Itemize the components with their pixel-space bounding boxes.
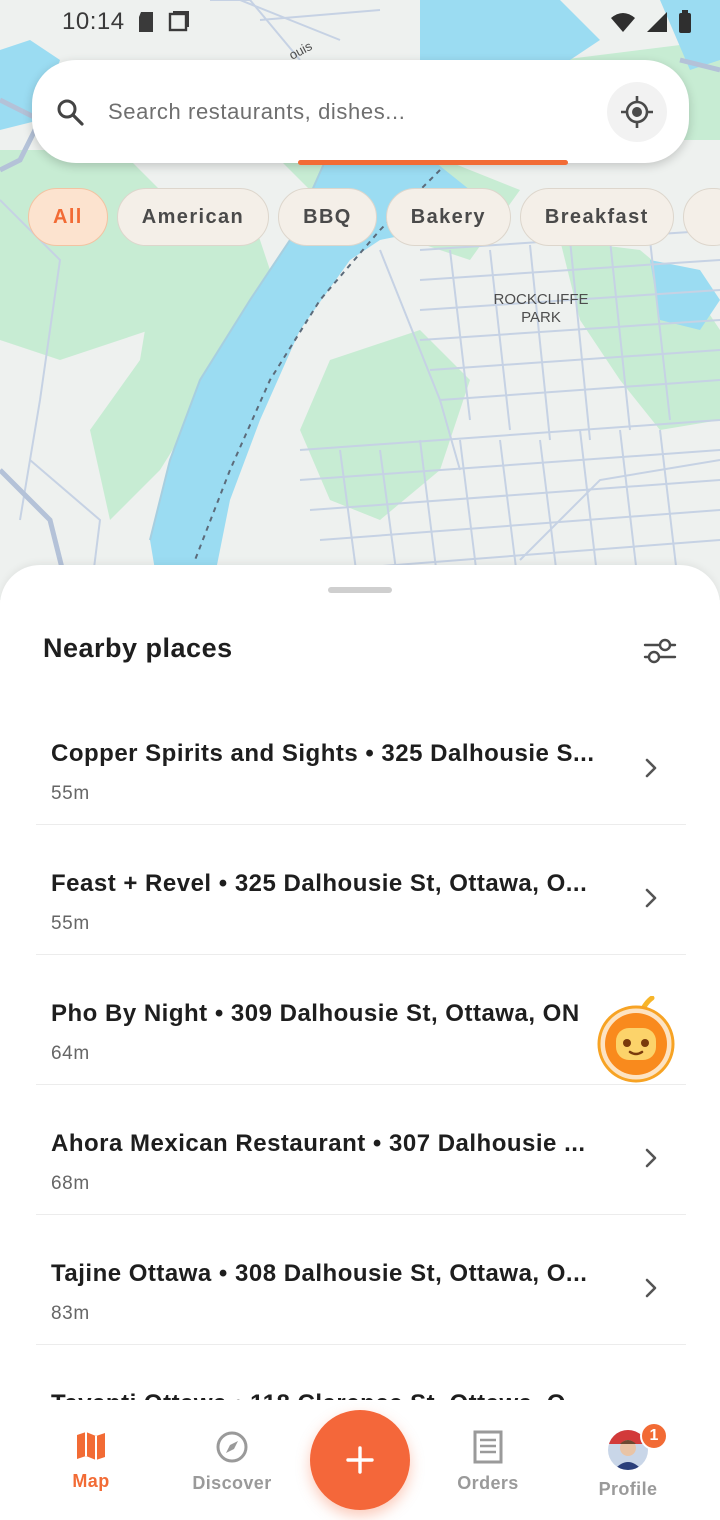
category-chips: All American BBQ Bakery Breakfast	[28, 188, 720, 246]
nav-discover[interactable]: Discover	[172, 1430, 292, 1494]
search-loading-bar	[298, 160, 568, 165]
nav-orders[interactable]: Orders	[428, 1430, 548, 1494]
receipt-icon	[473, 1430, 503, 1464]
battery-icon	[679, 10, 691, 33]
search-input[interactable]	[108, 98, 607, 125]
chip-label: Breakfast	[544, 205, 649, 228]
chevron-right-icon	[642, 1147, 660, 1169]
assistant-mascot-button[interactable]	[596, 995, 678, 1084]
map-icon	[77, 1432, 105, 1460]
crosshair-location-icon	[621, 95, 653, 128]
chip-label: American	[141, 205, 245, 228]
drag-handle[interactable]	[328, 587, 392, 593]
sd-card-icon	[138, 12, 153, 32]
my-location-button[interactable]	[607, 81, 667, 142]
sliders-icon	[643, 638, 677, 664]
list-item[interactable]: Pho By Night • 309 Dalhousie St, Ottawa,…	[36, 955, 686, 1085]
notification-badge: 1	[640, 1422, 668, 1450]
place-distance: 55m	[51, 913, 90, 934]
list-item[interactable]: Tavanti Ottawa • 118 Clarence St, Ottawa…	[36, 1345, 686, 1405]
nav-label: Discover	[192, 1473, 272, 1493]
filter-button[interactable]	[640, 631, 680, 671]
list-item[interactable]: Tajine Ottawa • 308 Dalhousie St, Ottawa…	[36, 1215, 686, 1345]
place-name: Feast + Revel • 325 Dalhousie St, Ottawa…	[51, 870, 588, 897]
park-label-line2: PARK	[521, 309, 561, 326]
place-distance: 83m	[51, 1303, 90, 1324]
place-name: Pho By Night • 309 Dalhousie St, Ottawa,…	[51, 1000, 580, 1027]
chip-more[interactable]	[682, 188, 720, 246]
chip-all[interactable]: All	[28, 188, 108, 246]
screenshot-icon	[168, 11, 189, 32]
add-button[interactable]	[310, 1410, 410, 1510]
list-item[interactable]: Feast + Revel • 325 Dalhousie St, Ottawa…	[36, 825, 686, 955]
compass-icon	[216, 1431, 248, 1463]
chip-american[interactable]: American	[116, 188, 270, 246]
chip-label: Bakery	[410, 205, 486, 228]
chevron-right-icon	[642, 1277, 660, 1299]
search-icon	[56, 98, 84, 126]
nav-label: Map	[72, 1471, 110, 1491]
chip-breakfast[interactable]: Breakfast	[519, 188, 674, 246]
wifi-icon	[611, 13, 635, 32]
chevron-right-icon	[642, 887, 660, 909]
place-distance: 55m	[51, 783, 90, 804]
plus-icon	[346, 1446, 374, 1474]
list-item[interactable]: Ahora Mexican Restaurant • 307 Dalhousie…	[36, 1085, 686, 1215]
chip-bakery[interactable]: Bakery	[385, 188, 511, 246]
nav-map[interactable]: Map	[31, 1430, 151, 1492]
cellular-signal-icon	[647, 12, 667, 32]
place-distance: 64m	[51, 1043, 90, 1064]
nav-label: Orders	[457, 1473, 519, 1493]
sheet-title: Nearby places	[43, 633, 233, 663]
chip-bbq[interactable]: BBQ	[278, 188, 377, 246]
status-bar: 10:14	[0, 0, 720, 44]
place-name: Copper Spirits and Sights • 325 Dalhousi…	[51, 740, 595, 767]
chip-label: BBQ	[303, 205, 352, 228]
place-name: Tajine Ottawa • 308 Dalhousie St, Ottawa…	[51, 1260, 588, 1287]
place-list[interactable]: Copper Spirits and Sights • 325 Dalhousi…	[36, 695, 686, 1405]
list-item[interactable]: Copper Spirits and Sights • 325 Dalhousi…	[36, 695, 686, 825]
status-time: 10:14	[62, 8, 125, 35]
park-label-line1: ROCKCLIFFE	[493, 291, 588, 308]
nav-label: Profile	[598, 1479, 658, 1499]
bottom-navigation: Map Discover Orders Profile 1	[0, 1400, 720, 1520]
chip-label: All	[53, 205, 83, 228]
place-name: Ahora Mexican Restaurant • 307 Dalhousie…	[51, 1130, 586, 1157]
robot-mascot-icon	[597, 995, 675, 1083]
chevron-right-icon	[642, 757, 660, 779]
nav-profile[interactable]: Profile	[568, 1430, 688, 1500]
place-distance: 68m	[51, 1173, 90, 1194]
search-bar[interactable]	[32, 60, 689, 163]
